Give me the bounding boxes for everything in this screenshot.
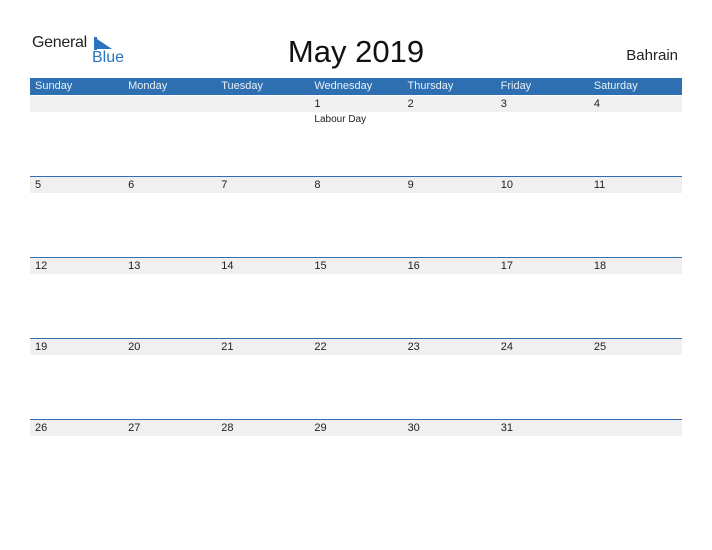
day-number: 2 [407, 98, 414, 110]
weekday-saturday: Saturday [593, 80, 638, 92]
day-number: 4 [593, 98, 600, 110]
day-number: 6 [128, 179, 135, 191]
day-cell: 27 [123, 420, 216, 501]
weekday-tuesday: Tuesday [221, 80, 264, 92]
day-cell: 2 [403, 96, 496, 177]
day-cell: 22 [309, 339, 402, 420]
day-cell: 31 [496, 420, 589, 501]
day-cell: 26 [30, 420, 123, 501]
week-row: 1 Labour Day 2 3 4 [30, 96, 682, 177]
day-number: 21 [221, 341, 234, 353]
day-cell: 9 [403, 177, 496, 258]
day-number: 18 [593, 260, 607, 272]
day-number: 11 [593, 179, 606, 191]
day-number: 25 [593, 341, 607, 353]
weekday-header: Sunday Monday Tuesday Wednesday Thursday… [30, 78, 682, 95]
day-cell: 15 [309, 258, 402, 339]
day-cell: 8 [309, 177, 402, 258]
day-cell: 13 [123, 258, 216, 339]
day-number: 14 [221, 260, 234, 272]
day-number: 27 [128, 422, 141, 434]
weekday-sunday: Sunday [35, 80, 73, 92]
day-cell [216, 96, 309, 177]
day-number: 31 [500, 422, 513, 434]
day-cell: 29 [309, 420, 402, 501]
day-cell: 30 [403, 420, 496, 501]
day-cell: 28 [216, 420, 309, 501]
day-number: 28 [221, 422, 234, 434]
week-row: 19 20 21 22 23 24 25 [30, 338, 682, 420]
weekday-wednesday: Wednesday [314, 80, 373, 92]
day-cell: 20 [123, 339, 216, 420]
day-cell: 25 [589, 339, 682, 420]
weekday-thursday: Thursday [407, 80, 454, 92]
day-cell [123, 96, 216, 177]
day-number: 1 [314, 98, 321, 110]
day-cell: 21 [216, 339, 309, 420]
day-cell [30, 96, 123, 177]
day-number: 16 [407, 260, 420, 272]
day-cell: 3 [496, 96, 589, 177]
day-number: 7 [221, 179, 228, 191]
day-cell: 14 [216, 258, 309, 339]
day-cell: 4 [589, 96, 682, 177]
day-cell: 7 [216, 177, 309, 258]
day-number: 23 [407, 341, 420, 353]
day-number: 24 [500, 341, 513, 353]
holiday-label: Labour Day [314, 114, 367, 125]
day-cell: 19 [30, 339, 123, 420]
day-number: 8 [314, 179, 321, 191]
week-row: 26 27 28 29 30 31 [30, 419, 682, 501]
day-cell [589, 420, 682, 501]
day-number: 22 [314, 341, 327, 353]
day-cell: 16 [403, 258, 496, 339]
day-number: 29 [314, 422, 327, 434]
day-cell: 11 [589, 177, 682, 258]
day-cell: 18 [589, 258, 682, 339]
day-cell: 24 [496, 339, 589, 420]
day-number: 26 [35, 422, 48, 434]
day-cell: 12 [30, 258, 123, 339]
calendar-title: May 2019 [287, 34, 425, 69]
weekday-monday: Monday [128, 80, 168, 92]
day-number: 13 [128, 260, 141, 272]
day-number: 15 [314, 260, 327, 272]
day-number: 10 [500, 179, 513, 191]
day-number: 30 [407, 422, 420, 434]
day-number: 17 [500, 260, 513, 272]
day-number: 20 [128, 341, 141, 353]
week-row: 12 13 14 15 16 17 18 [30, 257, 682, 339]
day-cell: 23 [403, 339, 496, 420]
day-cell: 5 [30, 177, 123, 258]
week-row: 5 6 7 8 9 10 11 [30, 176, 682, 258]
day-number: 3 [500, 98, 507, 110]
country-label: Bahrain [626, 47, 678, 64]
day-number: 9 [407, 179, 414, 191]
day-cell: 10 [496, 177, 589, 258]
weekday-friday: Friday [500, 80, 532, 92]
day-number: 5 [35, 179, 42, 191]
day-cell: 6 [123, 177, 216, 258]
day-cell: 17 [496, 258, 589, 339]
day-number: 12 [35, 260, 48, 272]
day-number: 19 [35, 341, 48, 353]
day-cell: 1 Labour Day [309, 96, 402, 177]
